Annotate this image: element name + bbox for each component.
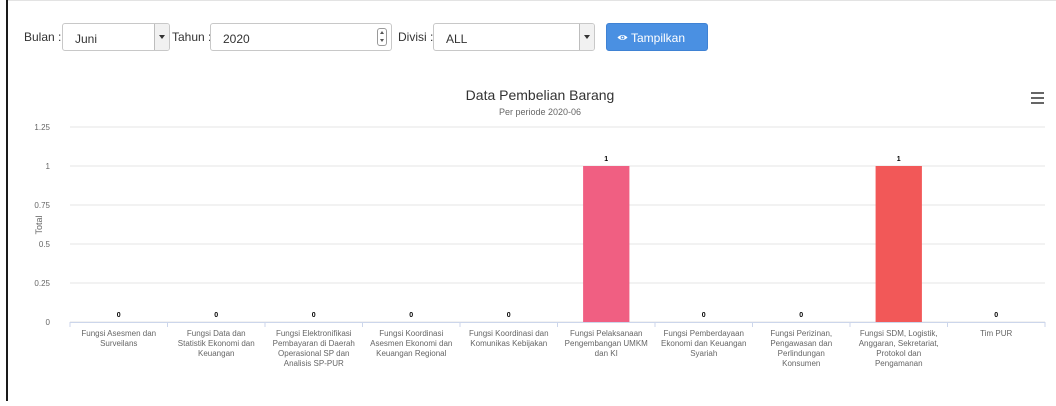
x-tick-label: Fungsi SDM, Logistik, Anggaran, Sekretari… xyxy=(859,329,939,368)
x-tick-label-line: Fungsi Pelaksanaan xyxy=(570,329,643,338)
x-tick-label: Fungsi Koordinasi dan Komunikas Kebijakan xyxy=(469,329,549,348)
x-tick-label-line: Keuangan Regional xyxy=(376,349,447,358)
x-tick-label-line: Pengamanan xyxy=(875,359,923,368)
x-tick-label-line: Tim PUR xyxy=(980,329,1012,338)
x-tick-labels: Fungsi Asesmen dan Surveilans Fungsi Data … xyxy=(81,329,1012,368)
y-tick-label: 0.5 xyxy=(39,240,51,249)
y-tick-label: 1.25 xyxy=(34,123,50,132)
x-tick-label-line: Perlindungan xyxy=(778,349,825,358)
x-tick-label-line: Fungsi Perizinan, xyxy=(770,329,832,338)
division-label: Divisi : xyxy=(398,30,434,44)
x-tick-label-line: Fungsi Koordinasi dan xyxy=(469,329,549,338)
year-label: Tahun : xyxy=(172,30,212,44)
x-tick-label-line: Fungsi Elektronifikasi xyxy=(276,329,352,338)
chart-subtitle: Per periode 2020-06 xyxy=(499,107,581,117)
x-tick-label: Fungsi Elektronifikasi Pembayaran di Daer… xyxy=(273,329,355,368)
x-tick-label-line: Operasional SP dan xyxy=(278,349,349,358)
month-select[interactable]: Juni xyxy=(62,23,170,51)
x-tick-label-line: Pembayaran di Daerah xyxy=(273,339,355,348)
x-tick-label-line: Surveilans xyxy=(100,339,137,348)
data-label: 0 xyxy=(117,312,121,319)
y-tick-label: 0 xyxy=(46,318,51,327)
x-tick-label-line: Statistik Ekonomi dan xyxy=(178,339,255,348)
x-tick-label-line: Keuangan xyxy=(198,349,234,358)
data-label: 0 xyxy=(214,312,218,319)
data-label: 0 xyxy=(312,312,316,319)
x-tick-label-line: Konsumen xyxy=(782,359,820,368)
data-label: 1 xyxy=(897,156,901,163)
spinner-arrows-icon[interactable] xyxy=(377,28,387,46)
x-tick-label-line: Pengawasan dan xyxy=(770,339,832,348)
bar[interactable] xyxy=(875,166,922,322)
x-tick-label: Fungsi Asesmen dan Surveilans xyxy=(81,329,156,348)
bar[interactable] xyxy=(583,166,630,322)
chevron-down-icon[interactable] xyxy=(579,24,594,50)
x-tick-label-line: Fungsi Asesmen dan xyxy=(81,329,156,338)
bar-chart-svg: Data Pembelian Barang Per periode 2020-0… xyxy=(34,87,1046,368)
data-label: 1 xyxy=(604,156,608,163)
x-tick-label-line: Asesmen Ekonomi dan xyxy=(370,339,452,348)
show-button-label: Tampilkan xyxy=(631,31,686,45)
x-tick-label-line: Fungsi Koordinasi xyxy=(379,329,443,338)
chevron-down-icon[interactable] xyxy=(154,24,169,50)
division-select[interactable]: ALL xyxy=(433,23,595,51)
data-label: 0 xyxy=(507,312,511,319)
data-label: 0 xyxy=(799,312,803,319)
y-tick-label: 0.25 xyxy=(34,279,50,288)
x-tick-label-line: Pengembangan UMKM xyxy=(565,339,648,348)
month-label: Bulan : xyxy=(24,30,62,44)
x-tick-label-line: Syariah xyxy=(690,349,717,358)
eye-icon xyxy=(617,34,628,41)
x-tick-label-line: Analisis SP-PUR xyxy=(284,359,344,368)
division-select-value: ALL xyxy=(446,32,468,46)
x-tick-label-line: Fungsi Pemberdayaan xyxy=(664,329,745,338)
x-tick-label: Fungsi Pemberdayaan Ekonomi dan Keuangan S… xyxy=(661,329,746,358)
y-tick-label: 0.75 xyxy=(34,201,50,210)
content-left-border xyxy=(6,0,8,401)
x-tick-label: Fungsi Perizinan, Pengawasan dan Perlindun… xyxy=(770,329,832,368)
content-top-border xyxy=(6,0,1056,1)
y-axis-label: Total xyxy=(34,215,44,234)
month-select-value: Juni xyxy=(75,32,98,46)
x-tick-label: Fungsi Koordinasi Asesmen Ekonomi dan Keua… xyxy=(370,329,452,358)
year-input-value: 2020 xyxy=(223,32,250,46)
x-tick-label-line: Fungsi SDM, Logistik, xyxy=(860,329,938,338)
data-label: 0 xyxy=(994,312,998,319)
data-labels: 0 0 0 0 0 1 0 0 1 0 xyxy=(117,156,999,319)
x-tick-label: Tim PUR xyxy=(980,329,1012,338)
show-button[interactable]: Tampilkan xyxy=(606,23,708,51)
x-tick-label-line: Anggaran, Sekretariat, xyxy=(859,339,939,348)
x-tick-label: Fungsi Pelaksanaan Pengembangan UMKM dan K… xyxy=(565,329,648,358)
x-tick-label-line: Komunikas Kebijakan xyxy=(470,339,547,348)
purchase-chart: Data Pembelian Barang Per periode 2020-0… xyxy=(20,72,1056,401)
chart-title: Data Pembelian Barang xyxy=(466,87,615,103)
data-label: 0 xyxy=(702,312,706,319)
year-input[interactable]: 2020 xyxy=(210,23,392,51)
x-tick-label-line: Ekonomi dan Keuangan xyxy=(661,339,746,348)
x-tick-label-line: Fungsi Data dan xyxy=(187,329,246,338)
data-label: 0 xyxy=(409,312,413,319)
x-tick-label: Fungsi Data dan Statistik Ekonomi dan Keua… xyxy=(178,329,255,358)
hamburger-menu-icon[interactable] xyxy=(1031,92,1045,104)
y-tick-label: 1 xyxy=(46,162,51,171)
x-tick-label-line: Protokol dan xyxy=(876,349,921,358)
x-tick-label-line: dan KI xyxy=(595,349,618,358)
